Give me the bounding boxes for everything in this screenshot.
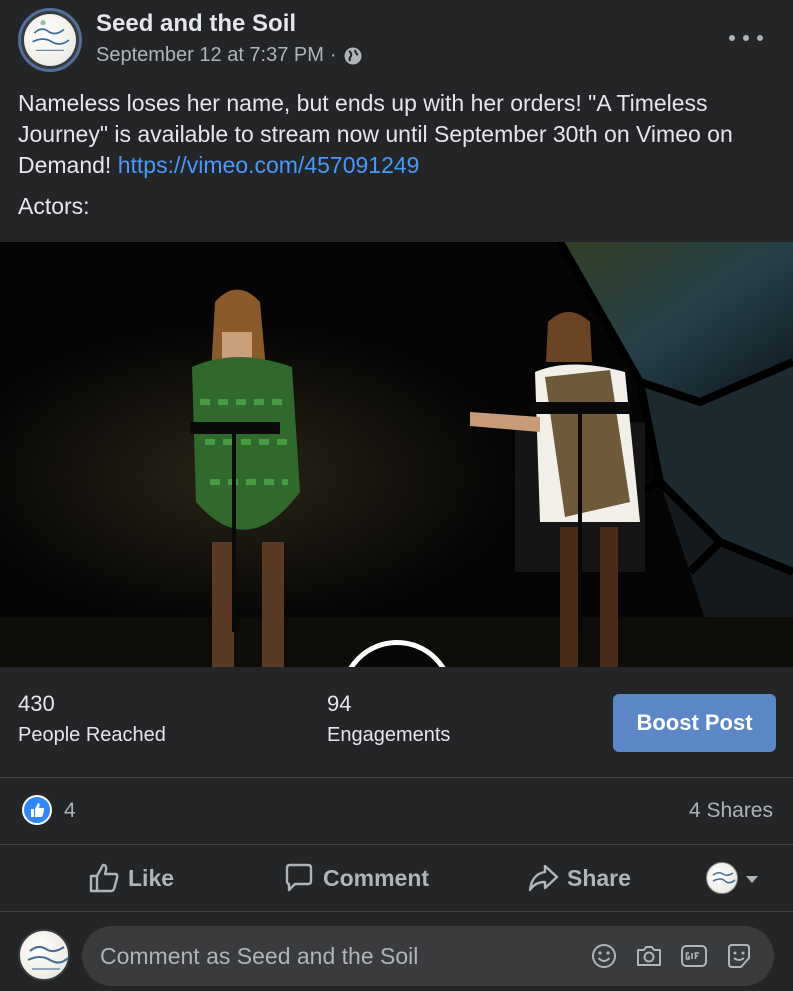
comment-placeholder: Comment as Seed and the Soil [100, 943, 419, 969]
more-options-icon[interactable] [729, 24, 763, 52]
share-button[interactable]: Share [527, 862, 631, 894]
share-arrow-icon [528, 864, 559, 892]
share-label: Share [567, 864, 631, 891]
post-meta: September 12 at 7:37 PM · [96, 44, 363, 67]
vimeo-link[interactable]: https://vimeo.com/457091249 [118, 152, 420, 178]
boost-post-button[interactable]: Boost Post [613, 694, 776, 752]
people-reached-count: 430 [18, 691, 55, 716]
emoji-icon[interactable] [590, 942, 618, 970]
post-caption: Nameless loses her name, but ends up wit… [18, 88, 778, 181]
commenter-avatar [18, 929, 70, 981]
shares-count[interactable]: 4 Shares [689, 799, 773, 823]
comment-label: Comment [323, 864, 430, 891]
reaction-count[interactable]: 4 [64, 799, 76, 823]
people-reached-label: People Reached [18, 724, 166, 746]
sticker-icon[interactable] [725, 942, 753, 970]
engagements-label: Engagements [327, 724, 451, 746]
like-button[interactable]: Like [88, 862, 174, 894]
video-player[interactable] [0, 242, 793, 667]
globe-icon [343, 46, 363, 66]
meta-separator: · [329, 44, 337, 66]
reactions-bar [0, 779, 793, 845]
comment-bubble-icon [285, 863, 313, 892]
like-reaction-icon[interactable] [22, 795, 52, 825]
gif-icon[interactable] [680, 942, 708, 970]
thumbs-up-icon [89, 863, 119, 893]
actors-label: Actors: [18, 193, 90, 219]
chevron-down-icon[interactable] [746, 876, 758, 883]
page-logo [24, 14, 76, 66]
post-timestamp[interactable]: September 12 at 7:37 PM [96, 44, 324, 67]
like-label: Like [128, 864, 175, 891]
engagements-count: 94 [327, 691, 352, 716]
comment-button[interactable]: Comment [283, 862, 429, 894]
page-avatar[interactable] [18, 8, 82, 72]
post-as-avatar[interactable] [706, 862, 738, 894]
post-header: Seed and the Soil September 12 at 7:37 P… [0, 0, 793, 90]
video-thumbnail [0, 242, 793, 667]
page-name[interactable]: Seed and the Soil [96, 10, 296, 38]
camera-icon[interactable] [635, 942, 663, 970]
